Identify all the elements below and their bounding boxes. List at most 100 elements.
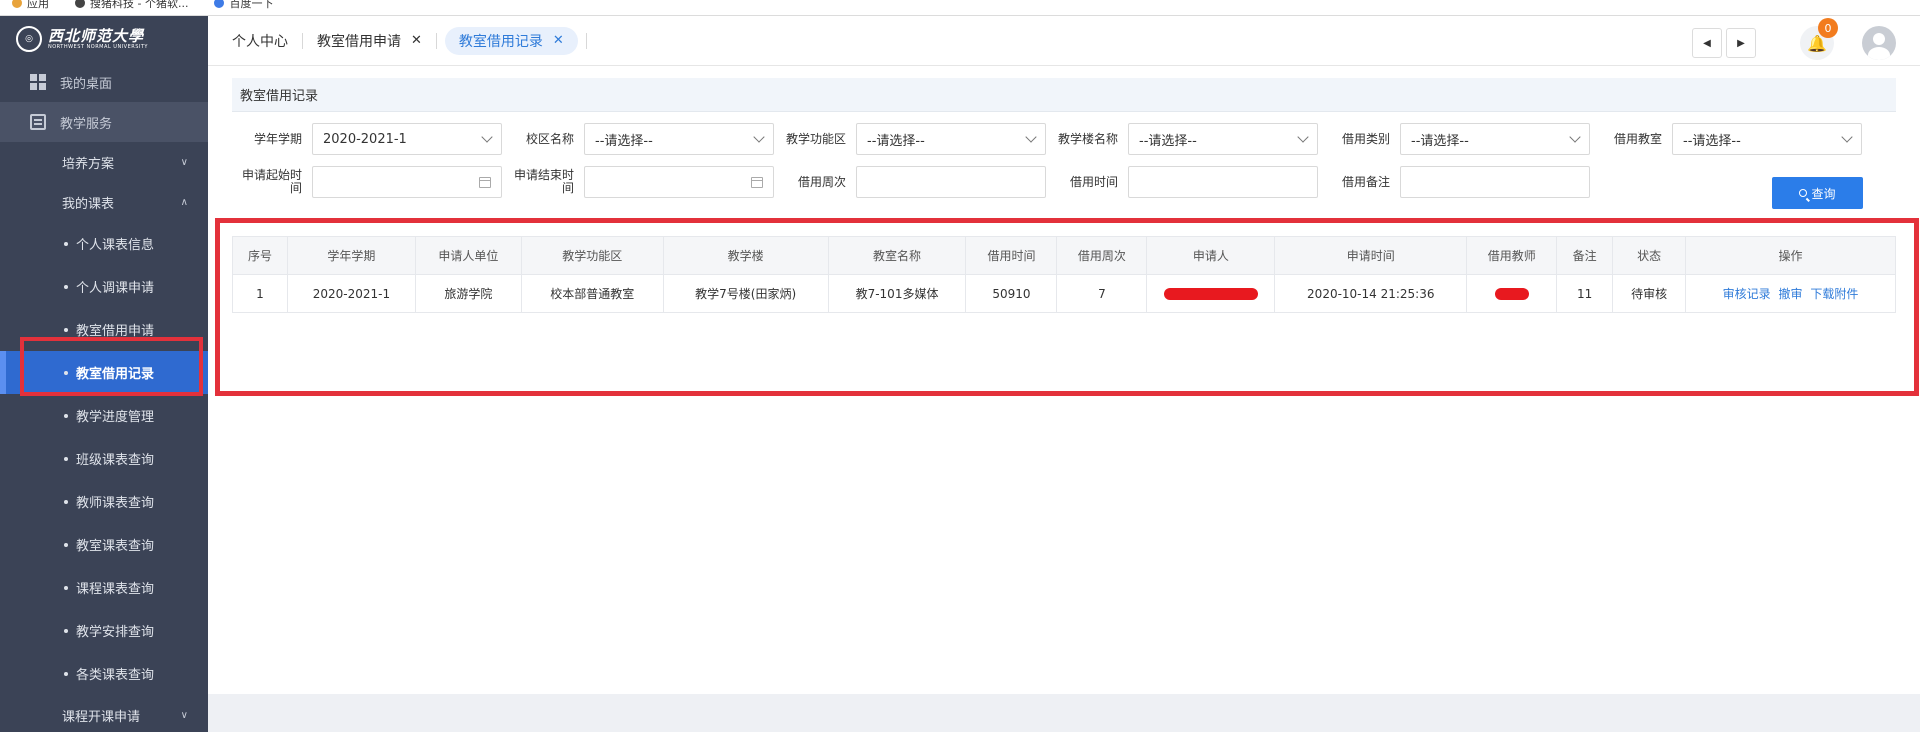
column-header: 申请人单位 — [414, 236, 522, 275]
baidu-icon — [214, 0, 225, 8]
sidebar-item-room-schedule[interactable]: 教室课表查询 — [0, 523, 208, 566]
cell-applicant — [1146, 274, 1276, 313]
logo-name-cn: 西北师范大學 — [48, 26, 145, 45]
filter-borrow-room: 借用教室 --请选择-- — [1592, 122, 1864, 156]
column-header: 教学功能区 — [520, 236, 664, 275]
column-header: 学年学期 — [286, 236, 416, 275]
chevron-down-icon — [1841, 131, 1853, 143]
function-area-select[interactable]: --请选择-- — [856, 123, 1046, 155]
column-header: 借用教师 — [1466, 236, 1558, 275]
chevron-down-icon: ∨ — [180, 156, 188, 168]
close-icon[interactable]: ✕ — [553, 33, 564, 48]
sidebar-item-teacher-schedule[interactable]: 教师课表查询 — [0, 480, 208, 523]
cell-borrow-teacher — [1466, 274, 1558, 313]
filter-borrow-note: 借用备注 — [1320, 165, 1592, 199]
cell-borrow-time: 50910 — [965, 274, 1058, 313]
sidebar-item-all-schedules[interactable]: 各类课表查询 — [0, 652, 208, 695]
sidebar-item-class-schedule[interactable]: 班级课表查询 — [0, 437, 208, 480]
cell-term: 2020-2021-1 — [286, 274, 416, 313]
chevron-down-icon — [753, 131, 765, 143]
apply-end-date-input[interactable] — [584, 166, 774, 198]
apps-icon — [12, 0, 22, 8]
search-icon — [1799, 189, 1808, 197]
column-header: 借用时间 — [965, 236, 1058, 275]
borrow-type-select[interactable]: --请选择-- — [1400, 123, 1590, 155]
cell-function-area: 校本部普通教室 — [520, 274, 664, 313]
download-attachment-link[interactable]: 下载附件 — [1810, 287, 1858, 301]
filter-building: 教学楼名称 --请选择-- — [1048, 122, 1320, 156]
filter-borrow-time: 借用时间 — [1048, 165, 1320, 199]
tab-room-borrow-apply[interactable]: 教室借用申请 ✕ — [303, 27, 436, 55]
table-row: 1 2020-2021-1 旅游学院 校本部普通教室 教学7号楼(田家炳) 教7… — [232, 274, 1896, 313]
cell-borrow-week: 7 — [1056, 274, 1148, 313]
cell-index: 1 — [232, 274, 288, 313]
filter-apply-start: 申请起始时间 — [232, 165, 504, 199]
search-button[interactable]: 查询 — [1772, 177, 1863, 209]
filter-term: 学年学期 2020-2021-1 — [232, 122, 504, 156]
filter-apply-end: 申请结束时间 — [504, 165, 776, 199]
sidebar-item-desktop[interactable]: 我的桌面 — [0, 62, 208, 102]
sidebar-group-course-open[interactable]: 课程开课申请 ∨ — [0, 695, 208, 732]
sidebar-item-arrangement[interactable]: 教学安排查询 — [0, 609, 208, 652]
cell-note: 11 — [1556, 274, 1614, 313]
chevron-down-icon — [481, 131, 493, 143]
bookmark-apps[interactable]: 应用 — [12, 0, 49, 11]
tab-room-borrow-record[interactable]: 教室借用记录 ✕ — [444, 26, 578, 55]
column-header: 申请人 — [1146, 236, 1276, 275]
notification-button[interactable]: 🔔 0 — [1800, 18, 1838, 60]
tab-bar: 个人中心 教室借用申请 ✕ 教室借用记录 ✕ ◀ ▶ 🔔 0 — [208, 16, 1920, 66]
chevron-down-icon — [1025, 131, 1037, 143]
filter-row-2: 申请起始时间 申请结束时间 借用周次 借用时间 借用备注 — [232, 165, 1896, 199]
notification-badge: 0 — [1818, 18, 1838, 38]
sidebar-item-teaching-service[interactable]: 教学服务 — [0, 102, 208, 142]
redaction-mark — [1494, 288, 1529, 300]
filter-row-1: 学年学期 2020-2021-1 校区名称 --请选择-- 教学功能区 --请选… — [232, 122, 1896, 156]
close-icon[interactable]: ✕ — [411, 33, 422, 48]
sidebar-group-training-plan[interactable]: 培养方案 ∨ — [0, 142, 208, 182]
sidebar-item-course-schedule[interactable]: 课程课表查询 — [0, 566, 208, 609]
windows-icon — [30, 74, 46, 90]
sidebar-group-my-schedule[interactable]: 我的课表 ∧ — [0, 182, 208, 222]
sidebar-item-room-borrow-record[interactable]: 教室借用记录 — [0, 351, 208, 394]
sidebar-item-room-borrow-apply[interactable]: 教室借用申请 — [0, 308, 208, 351]
avatar[interactable] — [1862, 26, 1896, 60]
logo-name-en: NORTHWEST NORMAL UNIVERSITY — [48, 43, 148, 50]
cell-applicant-unit: 旅游学院 — [414, 274, 522, 313]
tab-scroll-left-button[interactable]: ◀ — [1692, 28, 1722, 58]
sidebar-item-progress-manage[interactable]: 教学进度管理 — [0, 394, 208, 437]
campus-select[interactable]: --请选择-- — [584, 123, 774, 155]
tab-personal-center[interactable]: 个人中心 — [218, 27, 302, 55]
borrow-week-input[interactable] — [856, 166, 1046, 198]
sidebar-item-course-adjust[interactable]: 个人调课申请 — [0, 265, 208, 308]
chevron-down-icon — [1297, 131, 1309, 143]
borrow-room-select[interactable]: --请选择-- — [1672, 123, 1862, 155]
filter-borrow-week: 借用周次 — [776, 165, 1048, 199]
borrow-note-input[interactable] — [1400, 166, 1590, 198]
apply-start-date-input[interactable] — [312, 166, 502, 198]
filter-borrow-type: 借用类别 --请选择-- — [1320, 122, 1592, 156]
chevron-up-icon: ∧ — [180, 196, 188, 208]
sidebar: ◎ 西北师范大學 NORTHWEST NORMAL UNIVERSITY 我的桌… — [0, 16, 208, 732]
tab-scroll-right-button[interactable]: ▶ — [1726, 28, 1756, 58]
column-header: 序号 — [232, 236, 288, 275]
site-icon — [75, 0, 85, 8]
column-header: 借用周次 — [1056, 236, 1148, 275]
withdraw-link[interactable]: 撤审 — [1779, 287, 1803, 301]
footer-strip — [208, 694, 1920, 732]
chevron-down-icon: ∨ — [180, 709, 188, 721]
cell-apply-time: 2020-10-14 21:25:36 — [1274, 274, 1468, 313]
bookmark-site[interactable]: 搜猪科技 - 个猪软... — [75, 0, 188, 11]
redaction-mark — [1163, 288, 1258, 300]
borrow-time-input[interactable] — [1128, 166, 1318, 198]
main-content: 教室借用记录 学年学期 2020-2021-1 校区名称 --请选择-- 教学功… — [208, 66, 1920, 694]
sidebar-item-personal-schedule[interactable]: 个人课表信息 — [0, 222, 208, 265]
filter-campus: 校区名称 --请选择-- — [504, 122, 776, 156]
cell-room-name: 教7-101多媒体 — [827, 274, 967, 313]
filter-function-area: 教学功能区 --请选择-- — [776, 122, 1048, 156]
university-logo[interactable]: ◎ 西北师范大學 NORTHWEST NORMAL UNIVERSITY — [0, 16, 208, 62]
bookmark-baidu[interactable]: 百度一下 — [214, 0, 273, 11]
audit-record-link[interactable]: 审核记录 — [1723, 287, 1771, 301]
column-header: 操作 — [1685, 236, 1896, 275]
term-select[interactable]: 2020-2021-1 — [312, 123, 502, 155]
building-select[interactable]: --请选择-- — [1128, 123, 1318, 155]
